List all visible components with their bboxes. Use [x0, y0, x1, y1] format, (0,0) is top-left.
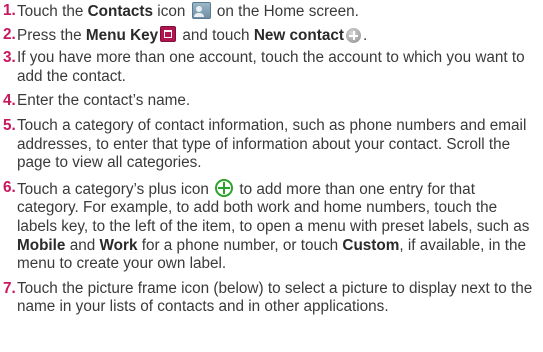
step-text: Press the Menu Key and touch New contact… [17, 25, 368, 44]
step-number: 7. [3, 279, 16, 297]
step-number: 3. [3, 49, 16, 67]
step-5: 5. Touch a category of contact informati… [3, 116, 538, 173]
step-text: Touch the picture frame icon (below) to … [17, 279, 533, 316]
step-3: 3. If you have more than one account, to… [3, 49, 538, 86]
mobile-label: Mobile [17, 236, 66, 254]
new-contact-plus-icon [345, 27, 361, 43]
step-number: 1. [3, 2, 16, 19]
step-4: 4. Enter the contact’s name. [3, 92, 538, 111]
step-number: 4. [3, 92, 16, 110]
step-text: If you have more than one account, touch… [17, 49, 525, 85]
step-text: Touch a category of contact information,… [17, 116, 527, 172]
instruction-steps: 1. Touch the Contacts icon on the Home s… [3, 2, 538, 317]
green-plus-circle-icon [215, 178, 234, 197]
step-number: 2. [3, 25, 16, 43]
step-6: 6. Touch a category’s plus icon to add m… [3, 178, 538, 274]
step-text: Touch a category’s plus icon to add more… [17, 178, 530, 273]
work-label: Work [99, 236, 138, 254]
step-text: Enter the contact’s name. [17, 92, 191, 110]
step-text: Touch the Contacts icon on the Home scre… [17, 2, 359, 20]
menu-key-label: Menu Key [85, 26, 159, 44]
contacts-label: Contacts [87, 3, 154, 20]
step-number: 6. [3, 178, 16, 196]
step-number: 5. [3, 116, 16, 134]
menu-key-icon [160, 25, 177, 42]
step-7: 7. Touch the picture frame icon (below) … [3, 279, 538, 317]
contacts-icon [191, 2, 211, 19]
custom-label: Custom [342, 236, 400, 254]
step-1: 1. Touch the Contacts icon on the Home s… [3, 2, 538, 22]
new-contact-label: New contact [253, 26, 344, 44]
step-2: 2. Press the Menu Key and touch New cont… [3, 25, 538, 46]
